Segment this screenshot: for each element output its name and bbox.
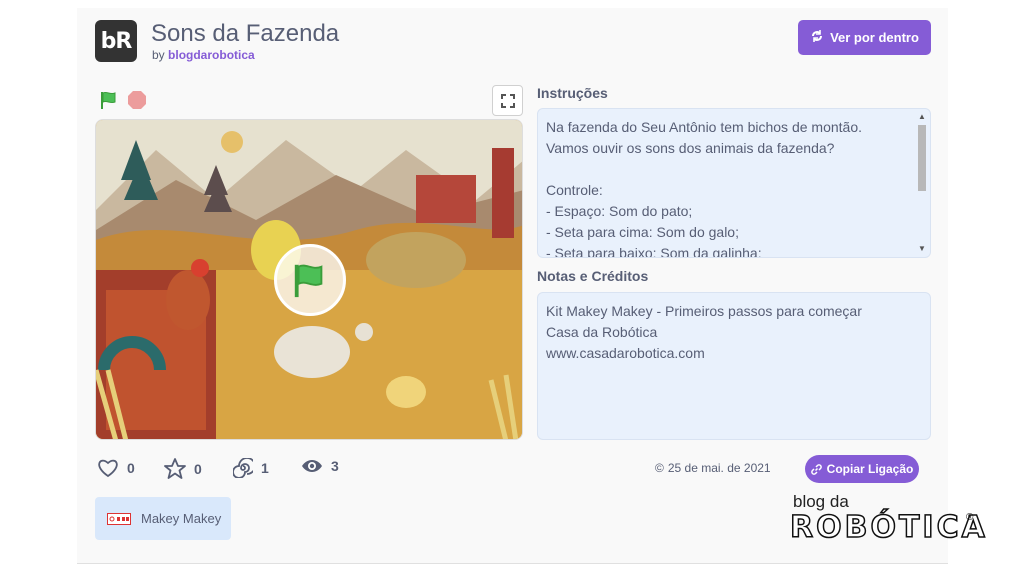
favorite-stat[interactable]: 0 [164, 458, 202, 479]
byline: by blogdarobotica [152, 48, 255, 62]
link-icon [810, 463, 822, 475]
views-count: 3 [331, 458, 339, 474]
green-flag-icon[interactable] [99, 90, 119, 110]
see-inside-button[interactable]: Ver por dentro [798, 20, 931, 55]
studio-chip[interactable]: Makey Makey [95, 497, 231, 540]
instructions-box[interactable]: Na fazenda do Seu Antônio tem bichos de … [537, 108, 931, 258]
notes-box[interactable]: Kit Makey Makey - Primeiros passos para … [537, 292, 931, 440]
shared-date: © 25 de mai. de 2021 [655, 461, 771, 475]
remix-count: 1 [261, 460, 269, 476]
instructions-scrollbar[interactable]: ▲ ▼ [916, 111, 928, 255]
makey-makey-board-icon [107, 512, 131, 525]
eye-icon [302, 460, 322, 472]
remix-spiral-icon [233, 458, 253, 478]
project-stage[interactable] [95, 119, 523, 440]
author-avatar[interactable]: bR [95, 20, 137, 62]
scroll-down-arrow-icon[interactable]: ▼ [918, 245, 926, 253]
project-title: Sons da Fazenda [151, 20, 340, 47]
start-flag-button[interactable] [274, 244, 346, 316]
registered-mark: ® [966, 512, 974, 523]
avatar-text: bR [100, 28, 133, 54]
remix-stat: 1 [233, 458, 269, 478]
project-page: bR Sons da Fazenda by blogdarobotica Ver… [77, 8, 948, 564]
stop-icon[interactable] [128, 91, 146, 109]
green-flag-icon-large [294, 264, 323, 298]
watermark-logo: blog da ROBÓTICA ® [789, 492, 985, 548]
instructions-text: Na fazenda do Seu Antônio tem bichos de … [546, 119, 862, 258]
copy-link-label: Copiar Ligação [826, 462, 914, 476]
scrollbar-thumb[interactable] [918, 125, 926, 191]
notes-text: Kit Makey Makey - Primeiros passos para … [546, 303, 862, 361]
heart-icon [98, 459, 118, 478]
watermark-main-text: ROBÓTICA [789, 509, 988, 546]
views-stat: 3 [301, 458, 339, 474]
love-stat[interactable]: 0 [97, 458, 135, 478]
date-text: 25 de mai. de 2021 [667, 461, 771, 475]
see-inside-label: Ver por dentro [830, 30, 919, 45]
studio-label: Makey Makey [141, 511, 222, 526]
instructions-heading: Instruções [537, 85, 608, 101]
scroll-up-arrow-icon[interactable]: ▲ [918, 113, 926, 121]
author-link[interactable]: blogdarobotica [168, 48, 255, 62]
favorite-count: 0 [194, 460, 202, 477]
fullscreen-button[interactable] [492, 85, 523, 116]
watermark-top-text: blog da [793, 492, 849, 511]
love-count: 0 [127, 460, 135, 476]
by-prefix: by [152, 48, 165, 62]
remix-swirl-icon [810, 29, 824, 46]
copyright-icon: © [655, 461, 664, 475]
copy-link-button[interactable]: Copiar Ligação [805, 455, 919, 483]
star-icon [164, 458, 186, 479]
notes-heading: Notas e Créditos [537, 268, 649, 284]
fullscreen-icon [500, 93, 515, 108]
